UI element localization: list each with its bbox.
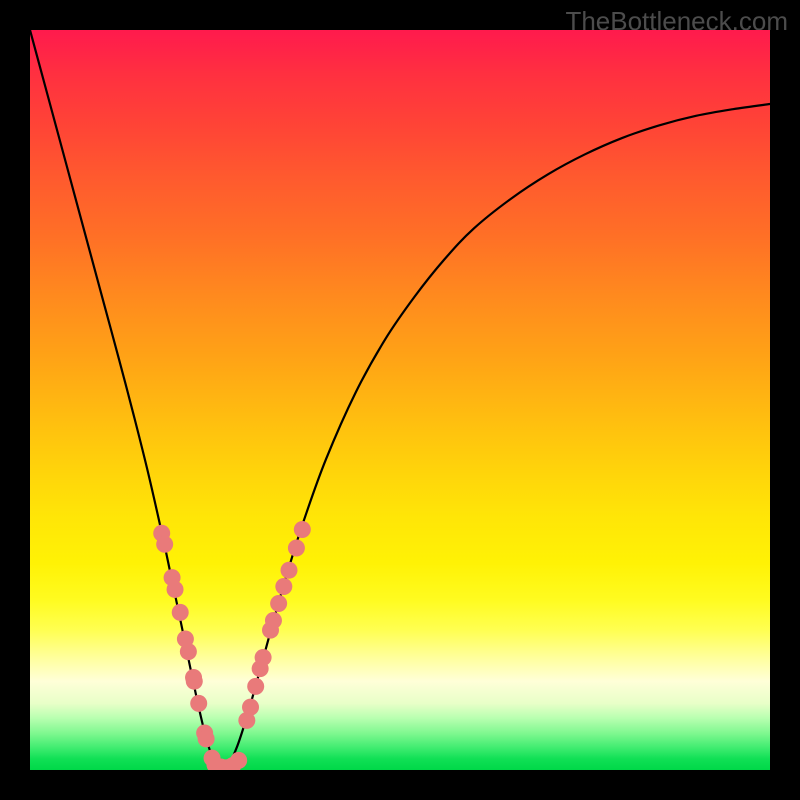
data-point (281, 562, 298, 579)
highlight-dots (30, 30, 770, 770)
data-point (288, 540, 305, 557)
data-point (186, 673, 203, 690)
data-point (265, 612, 282, 629)
data-point (172, 604, 189, 621)
data-point (247, 678, 264, 695)
data-point (294, 521, 311, 538)
data-point (167, 581, 184, 598)
chart-stage: TheBottleneck.com (0, 0, 800, 800)
data-point (156, 536, 173, 553)
data-point (270, 595, 287, 612)
data-point (275, 578, 292, 595)
data-point (190, 695, 207, 712)
data-point (255, 649, 272, 666)
data-point (198, 730, 215, 747)
data-point (242, 699, 259, 716)
dots-group (153, 521, 311, 770)
data-point (230, 752, 247, 769)
data-point (180, 643, 197, 660)
plot-area (30, 30, 770, 770)
